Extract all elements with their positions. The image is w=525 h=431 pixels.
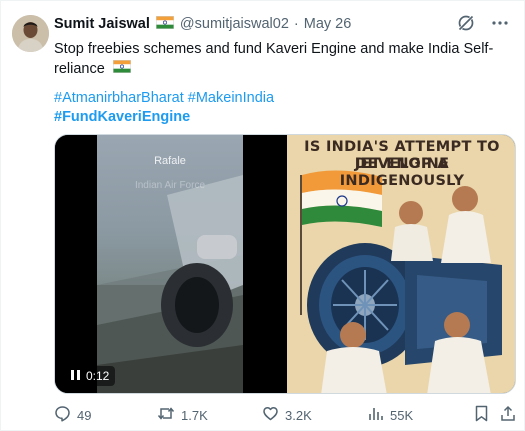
action-bar: 49 1.7K 3.2K 55K — [54, 405, 516, 425]
poster-title-line-2: JET ENGINE INDIGENOUSLY — [339, 156, 465, 189]
pause-icon[interactable] — [71, 369, 80, 383]
video-caption-rafale: Rafale — [154, 155, 186, 167]
views-button[interactable]: 55K — [367, 405, 413, 425]
share-button[interactable] — [500, 405, 516, 425]
video-timestamp: 0:12 — [86, 369, 110, 383]
video-caption-iaf: Indian Air Force — [134, 180, 206, 191]
poster-title: IS INDIA'S ATTEMPT TO DEVELOP A JET ENGI… — [293, 139, 511, 189]
india-flag-icon — [155, 15, 174, 33]
like-icon — [262, 405, 279, 425]
bookmark-icon — [474, 405, 489, 425]
poster-image[interactable]: IS INDIA'S ATTEMPT TO DEVELOP A JET ENGI… — [287, 135, 515, 393]
video-player[interactable]: Rafale Indian Air Force 0:12 — [55, 135, 285, 393]
video-frame[interactable]: Rafale Indian Air Force — [97, 135, 243, 393]
hashtag-line-2[interactable]: #FundKaveriEngine — [54, 108, 274, 127]
tweet-header: Sumit Jaiswal @sumitjaiswal02 · May 26 — [54, 14, 351, 34]
avatar[interactable] — [12, 15, 49, 52]
repost-icon — [157, 405, 175, 425]
views-count: 55K — [390, 407, 414, 423]
tweet-date[interactable]: May 26 — [304, 16, 352, 32]
reply-icon — [54, 405, 71, 425]
media-grid: Rafale Indian Air Force 0:12 IS INDIA'S … — [54, 134, 516, 394]
like-count: 3.2K — [285, 407, 312, 423]
bookmark-button[interactable] — [474, 405, 489, 425]
reply-button[interactable]: 49 — [54, 405, 91, 425]
repost-button[interactable]: 1.7K — [157, 405, 208, 425]
share-icon — [500, 405, 516, 425]
more-icon[interactable] — [490, 13, 510, 33]
india-flag-emoji-icon — [112, 59, 131, 79]
author-name[interactable]: Sumit Jaiswal — [54, 16, 150, 32]
hashtags: #AtmanirbharBharat #MakeinIndia #FundKav… — [54, 89, 274, 127]
author-handle[interactable]: @sumitjaiswal02 — [180, 16, 289, 32]
grok-icon[interactable] — [456, 13, 476, 33]
like-button[interactable]: 3.2K — [262, 405, 312, 425]
tweet-card[interactable]: Sumit Jaiswal @sumitjaiswal02 · May 26 S… — [0, 0, 525, 431]
reply-count: 49 — [77, 407, 92, 423]
poster-title-line-1: IS INDIA'S ATTEMPT TO DEVELOP A — [304, 139, 500, 172]
tweet-text: Stop freebies schemes and fund Kaveri En… — [54, 39, 509, 79]
repost-count: 1.7K — [181, 407, 208, 423]
video-controls[interactable]: 0:12 — [65, 366, 116, 386]
views-icon — [367, 405, 384, 425]
hashtag-line-1[interactable]: #AtmanirbharBharat #MakeinIndia — [54, 89, 274, 108]
separator-dot: · — [293, 16, 299, 32]
